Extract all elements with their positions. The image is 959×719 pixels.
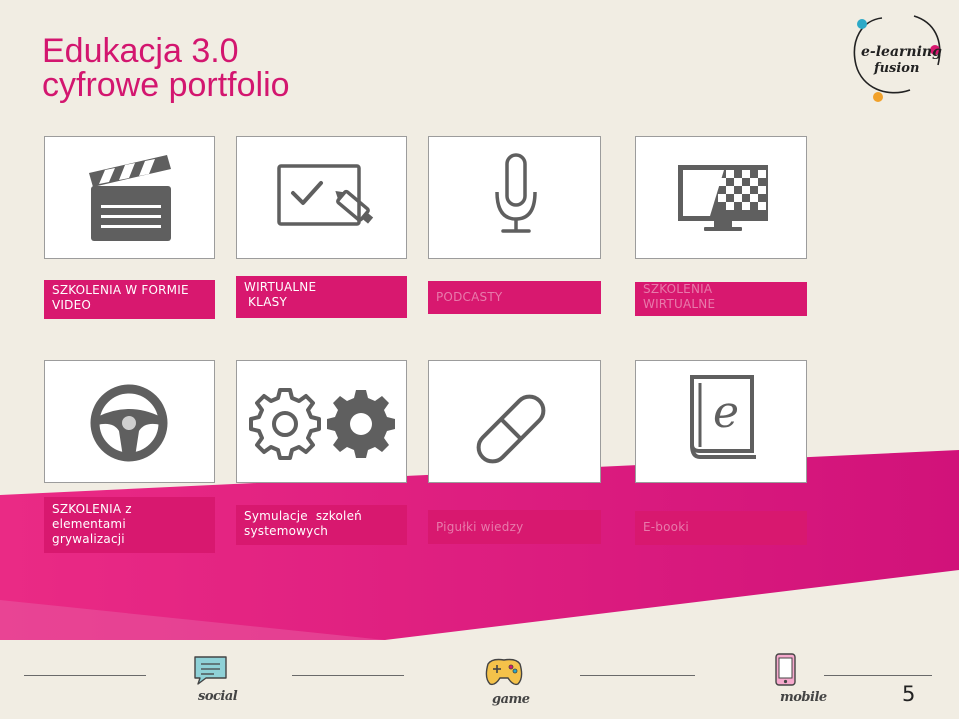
card-podcasts[interactable] (428, 136, 601, 259)
page-title: Edukacja 3.0 cyfrowe portfolio (42, 34, 290, 102)
footer-divider-2 (292, 675, 404, 676)
label-gamification-line-1: SZKOLENIA z (52, 502, 132, 516)
steering-wheel-icon (90, 384, 168, 462)
label-knowledge-pills-line-1: Pigułki wiedzy (436, 520, 524, 534)
label-podcasts: PODCASTY (428, 281, 601, 314)
footer-divider-4 (824, 675, 932, 676)
card-simulations[interactable] (236, 360, 407, 483)
label-simulations-line-2: systemowych (244, 524, 329, 538)
title-line-1: Edukacja 3.0 (42, 32, 239, 70)
label-virtual-classes: WIRTUALNE KLASY (236, 276, 407, 318)
label-ebooks: E-booki (635, 511, 807, 545)
label-virtual-classes-line-2: KLASY (244, 295, 288, 309)
label-video-line-1: SZKOLENIA W FORMIE (52, 283, 189, 297)
label-virtual-classes-line-1: WIRTUALNE (244, 280, 317, 294)
card-virtual-classes[interactable] (236, 136, 407, 259)
card-knowledge-pills[interactable] (428, 360, 601, 483)
whiteboard-marker-icon (277, 164, 374, 226)
footer-label-social: social (198, 689, 238, 704)
monitor-icon (678, 165, 768, 231)
label-gamification: SZKOLENIA z elementami grywalizacji (44, 497, 215, 553)
gamepad-icon (485, 658, 523, 686)
label-virtual-trainings-line-2: WIRTUALNE (643, 297, 716, 311)
label-knowledge-pills: Pigułki wiedzy (428, 510, 601, 544)
label-virtual-trainings-line-1: SZKOLENIA (643, 282, 713, 296)
elearning-fusion-logo: e-learning fusion (853, 15, 942, 102)
microphone-icon (495, 153, 537, 233)
footer-divider-1 (24, 675, 146, 676)
title-line-2: cyfrowe portfolio (42, 66, 290, 104)
card-ebooks[interactable]: e (635, 360, 807, 483)
label-simulations-line-1: Symulacje szkoleń (244, 509, 362, 523)
label-gamification-line-2: elementami (52, 517, 126, 531)
gears-icon (249, 388, 395, 460)
label-video-line-2: VIDEO (52, 298, 92, 312)
clapperboard-icon (89, 155, 171, 241)
card-virtual-trainings[interactable] (635, 136, 807, 259)
card-gamification[interactable] (44, 360, 215, 483)
label-ebooks-line-1: E-booki (643, 520, 689, 534)
ebook-icon: e (690, 375, 756, 459)
footer-divider-3 (580, 675, 695, 676)
chat-bubble-icon (194, 656, 227, 685)
pill-icon (476, 394, 546, 464)
card-video[interactable] (44, 136, 215, 259)
label-video: SZKOLENIA W FORMIE VIDEO (44, 280, 215, 319)
logo-line-1: e-learning (861, 44, 942, 60)
smartphone-icon (775, 653, 796, 686)
footer-label-game: game (492, 692, 530, 707)
label-virtual-trainings: SZKOLENIA WIRTUALNE (635, 282, 807, 316)
logo-line-2: fusion (873, 61, 919, 76)
label-gamification-line-3: grywalizacji (52, 532, 125, 546)
footer-label-mobile: mobile (780, 690, 827, 705)
svg-text:e: e (713, 387, 739, 438)
page-number: 5 (902, 682, 916, 706)
label-podcasts-line-1: PODCASTY (436, 290, 503, 304)
label-simulations: Symulacje szkoleń systemowych (236, 505, 407, 545)
